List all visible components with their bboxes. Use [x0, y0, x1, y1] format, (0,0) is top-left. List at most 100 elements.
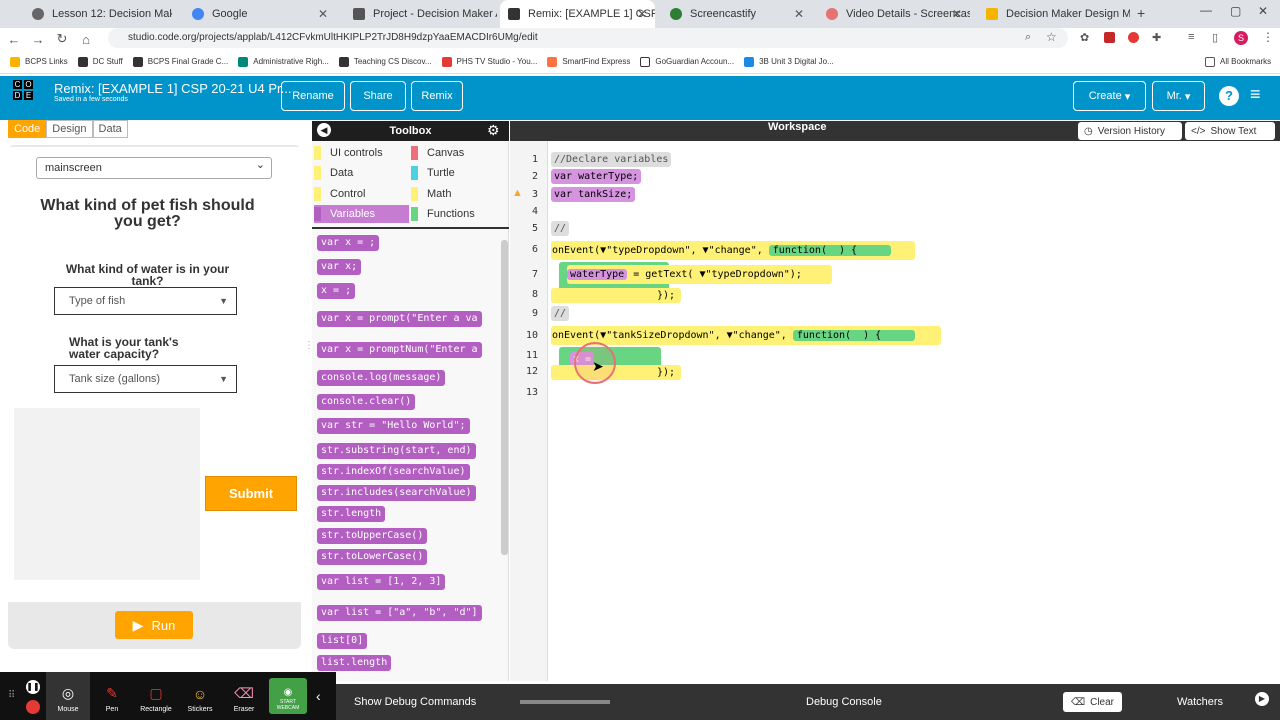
new-tab-icon[interactable]: +: [1137, 5, 1145, 21]
eraser-tool[interactable]: ⌫ Eraser: [222, 672, 266, 720]
toolbox-block[interactable]: str.toLowerCase(): [317, 549, 428, 565]
toolbox-block[interactable]: var x = promptNum("Enter a: [317, 342, 482, 358]
comment-block[interactable]: //: [551, 306, 570, 321]
gear-icon[interactable]: ⚙: [487, 122, 500, 139]
onevent-block-type[interactable]: onEvent(▼"typeDropdown", ▼"change", func…: [551, 241, 915, 260]
home-icon[interactable]: ⌂: [74, 32, 98, 47]
tab-code[interactable]: Code: [8, 120, 47, 138]
pen-tool[interactable]: ✎ Pen: [90, 672, 134, 720]
minimize-icon[interactable]: —: [1200, 3, 1212, 17]
browser-tab[interactable]: Screencastify ✕: [662, 0, 812, 28]
toolbox-block[interactable]: str.substring(start, end): [317, 443, 476, 459]
browser-tab-active[interactable]: Remix: [EXAMPLE 1] CSP 20-21✕: [500, 0, 655, 28]
bookmark[interactable]: Teaching CS Discov...: [338, 56, 432, 67]
tab-data[interactable]: Data: [92, 120, 128, 138]
bookmark[interactable]: Administrative Righ...: [238, 56, 329, 67]
onevent-block-tank[interactable]: onEvent(▼"tankSizeDropdown", ▼"change", …: [551, 326, 941, 345]
warning-icon[interactable]: ▲: [512, 187, 523, 199]
share-button[interactable]: Share: [350, 81, 406, 111]
toolbox-block[interactable]: var x = ;: [317, 235, 380, 251]
hamburger-icon[interactable]: ≡: [1250, 84, 1261, 105]
pdf-extension-icon[interactable]: [1104, 32, 1115, 43]
bookmark[interactable]: BCPS Links: [10, 56, 68, 67]
collapse-toolbar-icon[interactable]: ‹: [316, 672, 321, 720]
stickers-tool[interactable]: ☺ Stickers: [178, 672, 222, 720]
bookmark-star-icon[interactable]: ☆: [1046, 30, 1057, 44]
bookmark[interactable]: BCPS Final Grade C...: [132, 56, 228, 67]
close-icon[interactable]: ✕: [952, 7, 962, 21]
comment-block[interactable]: //: [551, 221, 570, 236]
close-icon[interactable]: ✕: [794, 7, 804, 21]
toolbox-block[interactable]: str.indexOf(searchValue): [317, 464, 470, 480]
puzzle-icon[interactable]: ✚: [1152, 31, 1161, 44]
category-canvas[interactable]: Canvas: [411, 144, 506, 162]
profile-avatar[interactable]: S: [1234, 31, 1248, 45]
show-text-button[interactable]: </> Show Text: [1185, 122, 1275, 140]
stop-icon[interactable]: [26, 700, 40, 714]
category-functions[interactable]: Functions: [411, 205, 506, 223]
toolbox-block[interactable]: list.length: [317, 655, 392, 671]
rename-button[interactable]: Rename: [281, 81, 345, 111]
category-data[interactable]: Data: [314, 164, 409, 182]
menu-dots-icon[interactable]: ⋮: [1262, 30, 1274, 44]
browser-tab[interactable]: Decision Maker Design Mode: [978, 0, 1130, 28]
collapse-icon[interactable]: ◀: [317, 123, 331, 137]
category-math[interactable]: Math: [411, 185, 506, 203]
version-history-button[interactable]: ◷ Version History: [1078, 122, 1182, 140]
code-logo[interactable]: C O D E: [12, 79, 45, 112]
back-icon[interactable]: ←: [2, 32, 26, 47]
window-close-icon[interactable]: ✕: [1258, 4, 1268, 18]
function-block[interactable]: function( ) {: [768, 245, 892, 256]
forward-icon[interactable]: →: [26, 32, 50, 47]
toolbox-block[interactable]: var x = prompt("Enter a va: [317, 311, 482, 327]
toolbox-block[interactable]: str.length: [317, 506, 386, 522]
tab-design[interactable]: Design: [46, 120, 93, 138]
help-icon[interactable]: ?: [1219, 86, 1239, 106]
expand-icon[interactable]: ▶: [1255, 692, 1269, 706]
toolbox-block[interactable]: var x;: [317, 259, 362, 275]
user-menu-button[interactable]: Mr. ▾: [1152, 81, 1205, 111]
show-debug-commands[interactable]: Show Debug Commands: [354, 696, 476, 708]
toolbox-block[interactable]: str.includes(searchValue): [317, 485, 476, 501]
function-block[interactable]: function( ) {: [792, 330, 916, 341]
toolbox-block[interactable]: var str = "Hello World";: [317, 418, 470, 434]
run-button[interactable]: ▶ Run: [115, 611, 193, 639]
bookmark[interactable]: 3B Unit 3 Digital Jo...: [744, 56, 834, 67]
create-button[interactable]: Create ▾: [1073, 81, 1146, 111]
remix-button[interactable]: Remix: [411, 81, 463, 111]
zoom-icon[interactable]: ⌕: [1025, 31, 1031, 44]
category-variables[interactable]: Variables: [314, 205, 409, 223]
bookmark[interactable]: SmartFind Express: [547, 56, 630, 67]
screencastify-icon[interactable]: [1128, 32, 1139, 43]
pause-icon[interactable]: ❚❚: [26, 680, 40, 694]
bookmark[interactable]: GoGuardian Accoun...: [640, 56, 734, 67]
toolbox-block[interactable]: console.clear(): [317, 394, 416, 410]
var-block-watertype[interactable]: var waterType;: [551, 169, 642, 184]
drag-handle-icon[interactable]: ⠿: [8, 690, 15, 701]
browser-tab[interactable]: Google ✕: [184, 0, 336, 28]
bookmark[interactable]: DC Stuff: [77, 56, 123, 67]
all-bookmarks[interactable]: All Bookmarks: [1205, 56, 1271, 67]
maximize-icon[interactable]: ▢: [1230, 4, 1241, 18]
toolbox-block[interactable]: var list = [1, 2, 3]: [317, 574, 446, 590]
toolbox-block[interactable]: console.log(message): [317, 370, 446, 386]
browser-tab[interactable]: Project - Decision Maker App: [345, 0, 497, 28]
toolbox-block[interactable]: var list = ["a", "b", "d"]: [317, 605, 482, 621]
reload-icon[interactable]: ↻: [50, 31, 74, 47]
category-control[interactable]: Control: [314, 185, 409, 203]
toolbox-block[interactable]: x = ;: [317, 283, 356, 299]
category-turtle[interactable]: Turtle: [411, 164, 506, 182]
rectangle-tool[interactable]: ▢ Rectangle: [134, 672, 178, 720]
mouse-tool[interactable]: ◎ Mouse: [46, 672, 90, 720]
clear-button[interactable]: ⌫ Clear: [1063, 692, 1122, 712]
toolbox-scrollbar[interactable]: [501, 240, 508, 555]
toolbox-block[interactable]: str.toUpperCase(): [317, 528, 428, 544]
type-dropdown[interactable]: Type of fish ▼: [54, 287, 237, 315]
toolbox-block[interactable]: list[0]: [317, 633, 368, 649]
category-ui-controls[interactable]: UI controls: [314, 144, 409, 162]
tank-size-dropdown[interactable]: Tank size (gallons) ▼: [54, 365, 237, 393]
sidepanel-icon[interactable]: ▯: [1212, 31, 1218, 44]
screen-selector[interactable]: mainscreen: [36, 155, 272, 179]
bookmark[interactable]: PHS TV Studio - You...: [441, 56, 537, 67]
submit-button[interactable]: Submit: [205, 476, 297, 511]
